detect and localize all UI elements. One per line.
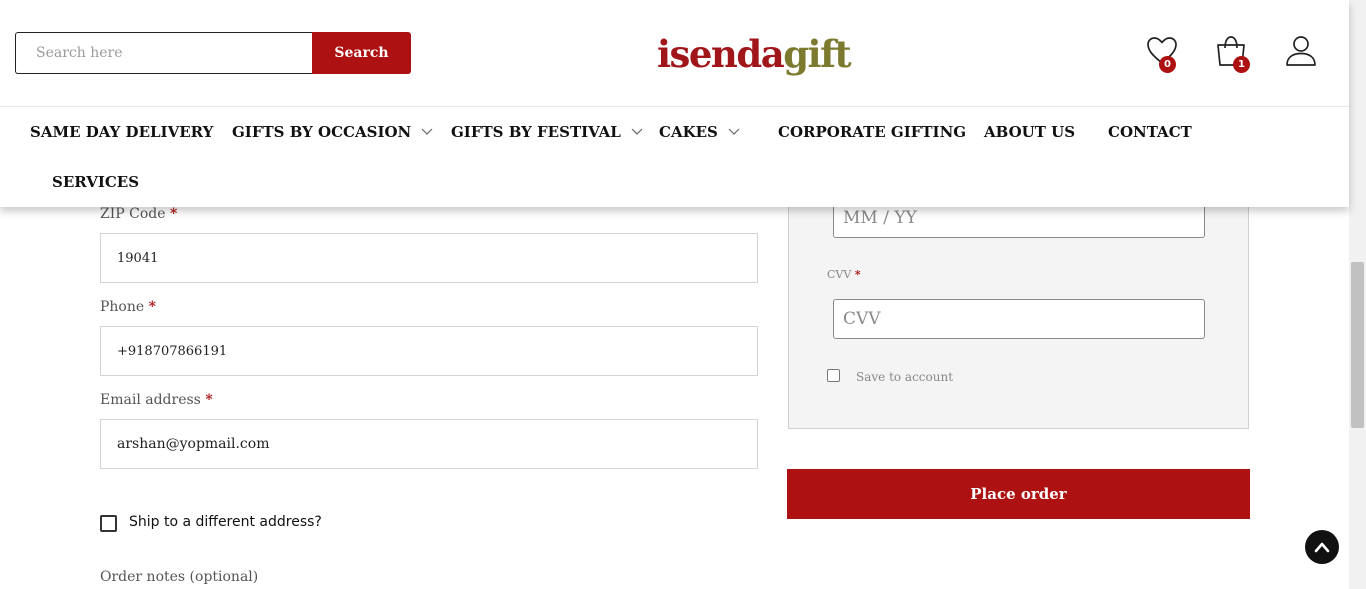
chevron-down-icon [421,128,433,135]
cart-count-badge: 1 [1233,56,1250,73]
cvv-label: CVV * [827,268,861,281]
cvv-input[interactable] [833,299,1205,339]
search-bar: Search [15,32,411,74]
scroll-to-top-button[interactable] [1305,530,1339,564]
save-to-account-label[interactable]: Save to account [856,370,953,384]
order-notes-label: Order notes (optional) [100,569,259,585]
nav-contact[interactable]: CONTACT [1108,123,1192,141]
zip-field[interactable] [100,233,758,283]
nav-cakes[interactable]: CAKES [659,123,740,141]
nav-about-us[interactable]: ABOUT US [984,123,1075,141]
header-divider [0,106,1349,107]
nav-services[interactable]: SERVICES [52,173,139,191]
cart-button[interactable]: 1 [1214,34,1250,74]
nav-same-day-delivery[interactable]: SAME DAY DELIVERY [30,123,213,141]
search-input[interactable] [15,32,312,74]
ship-different-checkbox[interactable] [100,515,117,532]
wishlist-count-badge: 0 [1159,56,1176,73]
site-logo[interactable]: isendagift [657,30,852,78]
chevron-down-icon [631,128,643,135]
email-field[interactable] [100,419,758,469]
zip-label: ZIP Code * [100,206,178,222]
place-order-button[interactable]: Place order [787,469,1250,519]
chevron-down-icon [728,128,740,135]
nav-corporate-gifting[interactable]: CORPORATE GIFTING [778,123,966,141]
wishlist-button[interactable]: 0 [1145,34,1179,74]
email-label: Email address * [100,392,213,408]
chevron-up-icon [1314,542,1330,553]
nav-gifts-by-festival[interactable]: GIFTS BY FESTIVAL [451,123,643,141]
site-header: Search isendagift 0 1 SAME DAY DELIVERY … [0,0,1349,207]
page-scrollbar-thumb[interactable] [1351,262,1364,428]
phone-field[interactable] [100,326,758,376]
search-button[interactable]: Search [312,32,411,74]
phone-label: Phone * [100,299,156,315]
user-icon [1286,36,1316,66]
nav-gifts-by-occasion[interactable]: GIFTS BY OCCASION [232,123,433,141]
account-button[interactable] [1284,34,1318,74]
ship-different-label[interactable]: Ship to a different address? [129,514,322,530]
save-to-account-checkbox[interactable] [827,369,840,382]
